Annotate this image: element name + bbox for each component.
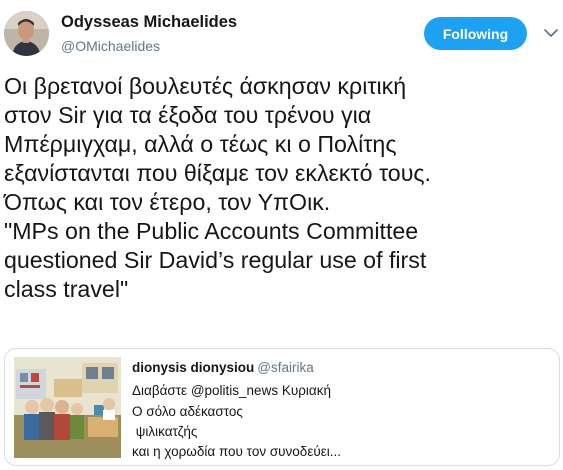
author-name[interactable]: Odysseas Michaelides [61, 13, 237, 32]
tweet-text: Οι βρετανοί βουλευτές άσκησαν κριτική στ… [4, 72, 560, 304]
tweet-line: questioned Sir David’s regular use of fi… [4, 247, 427, 273]
tweet-line: class travel" [4, 276, 129, 302]
tweet-card: Odysseas Michaelides @OMichaelides Follo… [0, 0, 563, 470]
tweet-line: Όπως και τον έτερο, τον ΥπΟικ. [4, 189, 331, 215]
quoted-tweet-author[interactable]: dionysis dionysiou @sfairika [132, 360, 314, 375]
quoted-tweet-line: Ο σόλο αδέκαστος [132, 404, 243, 419]
following-button[interactable]: Following [424, 17, 527, 50]
tweet-line: στον Sir για τα έξοδα του τρένου για [4, 102, 372, 128]
quoted-author-name[interactable]: dionysis dionysiou [132, 360, 254, 375]
cartoon-image [14, 357, 121, 458]
author-avatar[interactable] [4, 11, 49, 56]
profile-photo [4, 11, 49, 56]
quoted-tweet[interactable]: dionysis dionysiou @sfairika Διαβάστε @po… [4, 348, 560, 466]
tweet-line: εξανίστανται που θίξαμε τον εκλεκτό τους… [4, 160, 431, 186]
tweet-line: "MPs on the Public Accounts Committee [4, 218, 419, 244]
quoted-author-handle[interactable]: @sfairika [257, 360, 313, 375]
chevron-down-icon[interactable] [543, 25, 559, 41]
tweet-line: Οι βρετανοί βουλευτές άσκησαν κριτική [4, 73, 407, 99]
quoted-tweet-line: και η χορωδία που τον συνοδεύει... [132, 444, 341, 459]
quoted-tweet-line: ψιλικατζής [132, 424, 198, 439]
quoted-tweet-line: Διαβάστε @politis_news Κυριακή [132, 383, 331, 398]
author-handle[interactable]: @OMichaelides [61, 38, 160, 54]
quoted-tweet-image[interactable] [14, 357, 121, 458]
tweet-line: Μπέρμιγχαμ, αλλά ο τέως κι ο Πολίτης [4, 131, 397, 157]
